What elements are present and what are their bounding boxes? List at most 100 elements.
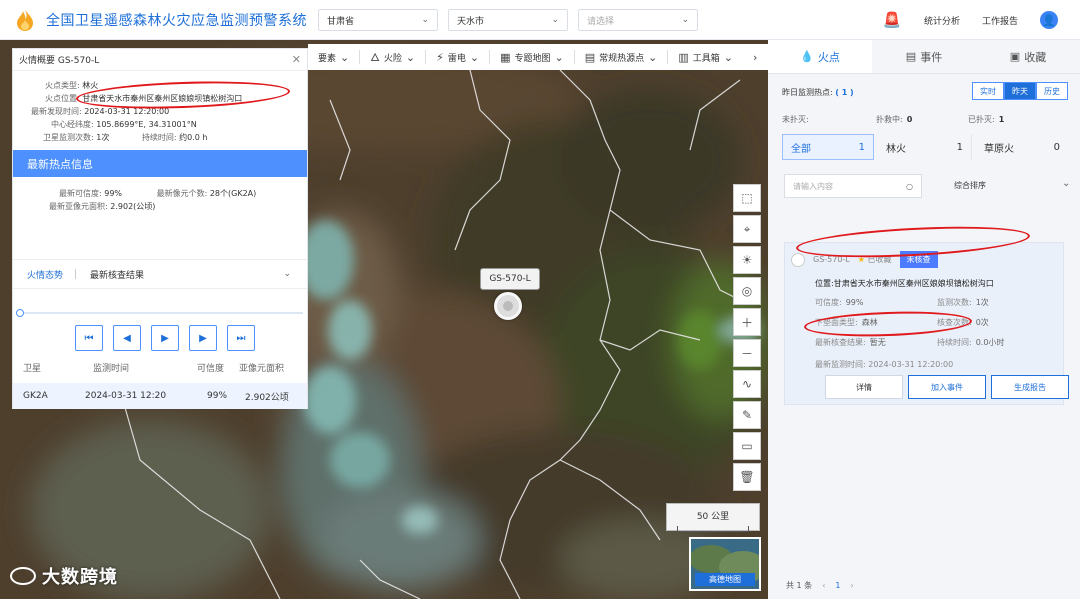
toolbar-lightning[interactable]: ⚡ 雷电 ⌄ [426,44,489,70]
panel-title: 火情概要 GS-570-L [19,56,100,66]
category-grassland[interactable]: 草原火 0 [976,134,1068,160]
event-icon: ▤ [905,50,917,63]
report-link[interactable]: 工作报告 [982,14,1018,27]
chevron-down-icon: ⌄ [340,50,350,64]
yesterday-button[interactable]: 昨天 [1004,82,1036,100]
fire-marker[interactable] [494,292,522,320]
play-icon[interactable]: ▶ [151,325,179,351]
unextinguished-stat: 未扑灭: [782,115,809,124]
toolbar-next[interactable]: › [743,44,767,70]
add-event-button[interactable]: 加入事件 [908,375,986,399]
playback-controls: ⏮ ◀ ▶ ▶ ⏭ [75,325,255,351]
chevron-down-icon: ⌄ [681,15,689,25]
toolbar-thematic-map[interactable]: ▦ 专题地图 ⌄ [490,44,574,70]
table-row[interactable]: GK2A 2024-03-31 12:20 99% 2.902公顷 [13,383,307,409]
card-last-monitor-time: 最新监测时间: 2024-03-31 12:20:00 [815,360,954,369]
app-title: 全国卫星遥感森林火灾应急监测预警系统 [46,12,307,29]
chevron-down-icon: ⌄ [551,15,559,25]
toolbar-fire-risk[interactable]: 🜂 火险 ⌄ [360,44,425,70]
chevron-down-icon: ⌄ [648,50,658,64]
sort-select[interactable]: 综合排序 [954,180,986,191]
app-header: 全国卫星遥感森林火灾应急监测预警系统 甘肃省 ⌄ 天水市 ⌄ 请选择 ⌄ 🚨 统计分析… [0,0,1080,40]
section-header: 最新热点信息 [13,150,307,177]
close-icon[interactable]: ✕ [292,53,301,66]
toolbar-toolbox[interactable]: ▥ 工具箱 ⌄ [668,44,743,70]
user-avatar-icon[interactable]: 👤 [1040,11,1058,29]
county-select[interactable]: 请选择 ⌄ [578,9,698,31]
skip-first-icon[interactable]: ⏮ [75,325,103,351]
page-number[interactable]: 1 [835,581,840,590]
flame-icon: 🜂 [370,51,380,64]
category-all[interactable]: 全部 1 [782,134,874,160]
chevron-down-icon[interactable]: ⌄ [283,269,291,279]
alarm-icon[interactable]: 🚨 [882,11,902,29]
tab-fire-trend[interactable]: 火情态势 [13,268,75,281]
minimap-label: 高德地图 [695,573,755,586]
next-page-icon[interactable]: › [850,581,853,590]
time-range-buttons: 实时 昨天 历史 [972,82,1068,100]
generate-report-button[interactable]: 生成报告 [991,375,1069,399]
city-select[interactable]: 天水市 ⌄ [448,9,568,31]
toolbar-heat-source[interactable]: ▤ 常规热源点 ⌄ [575,44,668,70]
box-select-icon[interactable]: ⬚ [733,184,761,212]
chevron-down-icon[interactable]: ⌄ [1062,178,1070,189]
search-icon: ○ [906,181,913,191]
stats-link[interactable]: 统计分析 [924,14,960,27]
province-select[interactable]: 甘肃省 ⌄ [318,9,438,31]
pagination: 共 1 条 ‹ 1 › [786,581,854,590]
chevron-down-icon: ⌄ [469,50,480,64]
tab-latest-verify[interactable]: 最新核查结果 [76,268,156,281]
detail-tabs: 火情态势 最新核查结果 ⌄ [13,259,307,289]
zoom-out-icon[interactable]: － [733,339,761,367]
chevron-down-icon: ⌄ [421,15,429,25]
fire-drop-icon: 💧 [800,50,814,63]
timeline-track[interactable] [19,312,303,314]
basemap-switcher[interactable]: 高德地图 [689,537,761,591]
location-pin-icon[interactable]: ⌖ [733,215,761,243]
map-tools: ⬚ ⌖ ☀ ◎ ＋ － ∿ ✎ ▭ 🗑 [733,184,761,491]
fire-marker-label: GS-570-L [480,268,540,290]
timeline-handle[interactable] [16,309,24,317]
card-select-radio[interactable] [791,252,805,267]
search-input[interactable]: 请输入内容 ○ [784,174,922,198]
step-forward-icon[interactable]: ▶ [189,325,217,351]
tab-favorites[interactable]: ▣ 收藏 [976,40,1080,73]
extinguished-stat: 已扑灭: 1 [968,115,1005,124]
chevron-down-icon: ⌄ [554,50,564,64]
sun-icon[interactable]: ☀ [733,246,761,274]
right-tabs: 💧 火点 ▤ 事件 ▣ 收藏 [768,40,1080,74]
trash-icon[interactable]: 🗑 [733,463,761,491]
fighting-stat: 扑救中: 0 [876,115,913,124]
folder-icon: ▣ [1009,50,1021,63]
chevron-down-icon: ⌄ [405,50,416,64]
rectangle-icon[interactable]: ▭ [733,432,761,460]
flame-logo-icon [17,8,33,31]
map-scale: 50 公里 [666,503,760,532]
measure-line-icon[interactable]: ∿ [733,370,761,398]
card-location: 位置:甘肃省天水市秦州区秦州区娘娘坝镇松树沟口 [815,279,994,288]
map-toolbar: 要素 ⌄ 🜂 火险 ⌄ ⚡ 雷电 ⌄ ▦ 专题地图 ⌄ ▤ 常规热源点 ⌄ ▥ 工具箱 ⌄ › [308,44,768,70]
category-forest[interactable]: 林火 1 [878,134,972,160]
zoom-in-icon[interactable]: ＋ [733,308,761,336]
skip-last-icon[interactable]: ⏭ [227,325,255,351]
history-button[interactable]: 历史 [1036,82,1068,100]
chevron-down-icon: ⌄ [723,50,733,64]
tab-fire-points[interactable]: 💧 火点 [768,40,872,73]
grid-icon: ▤ [584,50,596,64]
chevron-right-icon: › [752,50,758,64]
tab-events[interactable]: ▤ 事件 [872,40,976,73]
realtime-button[interactable]: 实时 [972,82,1004,100]
watermark: 大数跨境 [10,563,118,589]
step-back-icon[interactable]: ◀ [113,325,141,351]
toolbox-icon: ▥ [678,50,689,64]
prev-page-icon[interactable]: ‹ [822,581,825,590]
detail-button[interactable]: 详情 [825,375,903,399]
scale-bar [677,526,749,532]
map-icon: ▦ [500,50,511,64]
target-icon[interactable]: ◎ [733,277,761,305]
toolbar-elements[interactable]: 要素 ⌄ [308,44,359,70]
table-header: 卫星 监测时间 可信度 亚像元面积 [23,364,285,374]
lightning-icon: ⚡ [436,50,444,64]
ruler-icon[interactable]: ✎ [733,401,761,429]
panel-header: 火情概要 GS-570-L ✕ [13,49,307,71]
